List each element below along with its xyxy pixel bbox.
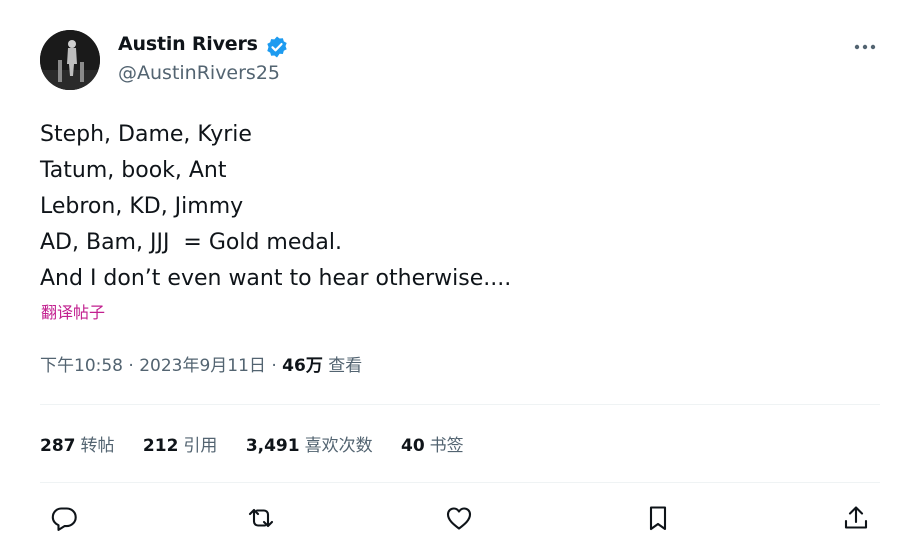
bookmark-button[interactable] [643, 503, 673, 533]
share-icon [844, 506, 868, 529]
more-options-icon[interactable] [848, 38, 882, 56]
views-count: 46万 [282, 356, 323, 376]
tweet-line: AD, Bam, JJJ = Gold medal. [40, 230, 342, 255]
avatar[interactable] [40, 30, 100, 90]
tweet-time[interactable]: 下午10:58 [40, 356, 123, 376]
likes-stat[interactable]: 3,491 喜欢次数 [246, 431, 373, 456]
meta-separator: · [271, 356, 277, 376]
tweet-line: Tatum, book, Ant [40, 158, 227, 183]
tweet-line: And I don’t even want to hear otherwise.… [40, 266, 512, 291]
divider [40, 482, 880, 483]
tweet-card: Austin Rivers @AustinRivers25 Steph, Dam… [0, 0, 900, 560]
translate-post-link[interactable]: 翻译帖子 [41, 299, 105, 323]
retweet-button[interactable] [246, 503, 276, 533]
likes-label: 喜欢次数 [304, 436, 373, 456]
verified-badge-icon [267, 36, 287, 58]
quotes-count: 212 [142, 436, 179, 456]
share-button[interactable] [841, 503, 871, 533]
bookmarks-count: 40 [401, 436, 425, 456]
tweet-line: Steph, Dame, Kyrie [40, 122, 252, 147]
meta-separator: · [128, 356, 134, 376]
avatar-image [40, 30, 100, 90]
like-icon [446, 507, 472, 530]
quotes-label: 引用 [183, 436, 218, 456]
retweet-icon [248, 508, 274, 528]
reply-button[interactable] [49, 503, 79, 533]
bookmark-icon [649, 506, 667, 531]
author-name[interactable]: Austin Rivers [118, 33, 258, 55]
author-handle[interactable]: @AustinRivers25 [118, 62, 280, 84]
bookmarks-stat[interactable]: 40 书签 [401, 431, 464, 456]
tweet-date[interactable]: 2023年9月11日 [139, 356, 266, 376]
reply-icon [51, 507, 77, 531]
engagement-stats: 287 转帖 212 引用 3,491 喜欢次数 40 书签 [40, 431, 487, 456]
quotes-stat[interactable]: 212 引用 [143, 431, 218, 456]
views-label: 查看 [328, 356, 363, 376]
tweet-line: Lebron, KD, Jimmy [40, 194, 244, 219]
divider [40, 404, 880, 405]
likes-count: 3,491 [245, 436, 300, 456]
tweet-meta: 下午10:58 · 2023年9月11日 · 46万 查看 [40, 351, 362, 376]
retweets-label: 转帖 [80, 436, 115, 456]
like-button[interactable] [444, 503, 474, 533]
bookmarks-label: 书签 [429, 436, 464, 456]
retweets-stat[interactable]: 287 转帖 [40, 431, 115, 456]
tweet-text: Steph, Dame, Kyrie Tatum, book, Ant Lebr… [40, 117, 860, 297]
retweets-count: 287 [40, 436, 76, 456]
